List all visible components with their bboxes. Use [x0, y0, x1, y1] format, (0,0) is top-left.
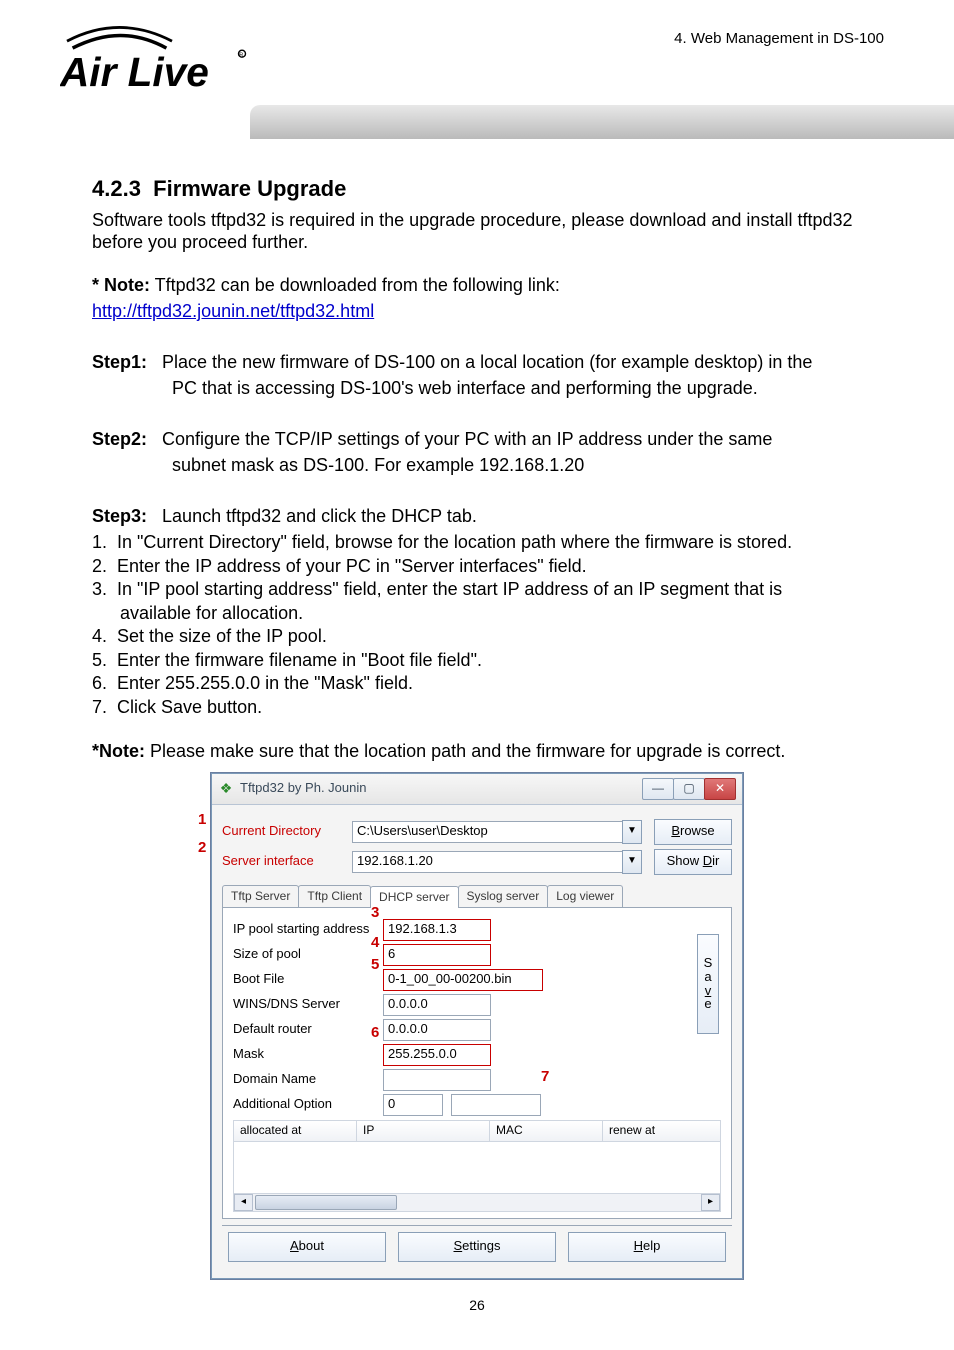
- tab-strip: Tftp Server Tftp Client DHCP server Sysl…: [222, 885, 732, 908]
- col-renew-at[interactable]: renew at: [603, 1121, 720, 1141]
- section-title: Firmware Upgrade: [153, 176, 346, 201]
- annotation-5: 5: [371, 956, 379, 975]
- server-interface-dropdown[interactable]: ▼: [622, 850, 642, 874]
- note-text: Tftpd32 can be downloaded from the follo…: [150, 275, 560, 295]
- scroll-thumb[interactable]: [255, 1195, 397, 1210]
- step3-label: Step3:: [92, 506, 147, 526]
- boot-file-input[interactable]: 0-1_00_00-00200.bin: [383, 969, 543, 991]
- tab-syslog-server[interactable]: Syslog server: [458, 885, 549, 907]
- step1-line2: PC that is accessing DS-100's web interf…: [92, 377, 862, 400]
- col-ip[interactable]: IP: [357, 1121, 490, 1141]
- annotation-1: 1: [198, 811, 206, 830]
- col-mac[interactable]: MAC: [490, 1121, 603, 1141]
- annotation-3: 3: [371, 904, 379, 923]
- section-number: 4.2.3: [92, 176, 141, 201]
- current-directory-input[interactable]: C:\Users\user\Desktop: [352, 821, 623, 843]
- size-of-pool-label: Size of pool: [233, 946, 383, 962]
- server-interface-input[interactable]: 192.168.1.20: [352, 851, 623, 873]
- step2-label: Step2:: [92, 429, 147, 449]
- note2-text: Please make sure that the location path …: [145, 741, 785, 761]
- help-button[interactable]: Help: [568, 1232, 726, 1262]
- header-banner: [250, 105, 954, 139]
- section-heading: 4.2.3 Firmware Upgrade: [92, 175, 862, 203]
- col-allocated-at[interactable]: allocated at: [234, 1121, 357, 1141]
- minimize-button[interactable]: —: [642, 778, 674, 800]
- wins-dns-input[interactable]: 0.0.0.0: [383, 994, 491, 1016]
- additional-option-label: Additional Option: [233, 1096, 383, 1112]
- bullet-7: Click Save button.: [117, 697, 262, 717]
- scroll-left-button[interactable]: ◂: [234, 1194, 253, 1211]
- horizontal-scrollbar[interactable]: ◂ ▸: [234, 1193, 720, 1211]
- window-title: Tftpd32 by Ph. Jounin: [240, 780, 366, 796]
- app-icon: ❖: [218, 781, 234, 797]
- bullet-5: Enter the firmware filename in "Boot fil…: [117, 650, 482, 670]
- annotation-7: 7: [541, 1068, 549, 1087]
- bullet-2: Enter the IP address of your PC in "Serv…: [117, 556, 587, 576]
- step2-line1: Configure the TCP/IP settings of your PC…: [162, 429, 772, 449]
- tab-dhcp-server[interactable]: DHCP server: [370, 886, 458, 908]
- tab-tftp-server[interactable]: Tftp Server: [222, 885, 299, 907]
- bullet-6: Enter 255.255.0.0 in the "Mask" field.: [117, 673, 413, 693]
- tftpd32-window: ❖ Tftpd32 by Ph. Jounin — ▢ ✕ 1 2 Curren…: [211, 773, 743, 1279]
- svg-text:R: R: [239, 53, 243, 59]
- titlebar[interactable]: ❖ Tftpd32 by Ph. Jounin — ▢ ✕: [212, 774, 742, 805]
- domain-name-input[interactable]: [383, 1069, 491, 1091]
- step1-line1: Place the new firmware of DS-100 on a lo…: [162, 352, 812, 372]
- annotation-2: 2: [198, 839, 206, 858]
- ip-pool-input[interactable]: 192.168.1.3: [383, 919, 491, 941]
- svg-text:Air Live: Air Live: [60, 49, 209, 95]
- tab-tftp-client[interactable]: Tftp Client: [298, 885, 371, 907]
- download-link[interactable]: http://tftpd32.jounin.net/tftpd32.html: [92, 301, 374, 321]
- bullet-3a: In "IP pool starting address" field, ent…: [117, 579, 782, 599]
- bullet-3b: available for allocation.: [120, 603, 303, 623]
- close-button[interactable]: ✕: [704, 778, 736, 800]
- mask-input[interactable]: 255.255.0.0: [383, 1044, 491, 1066]
- bullet-1: In "Current Directory" field, browse for…: [117, 532, 792, 552]
- about-button[interactable]: About: [228, 1232, 386, 1262]
- ip-pool-label: IP pool starting address: [233, 921, 383, 937]
- intro-paragraph: Software tools tftpd32 is required in th…: [92, 209, 862, 254]
- chapter-reference: 4. Web Management in DS-100: [280, 20, 894, 47]
- maximize-button[interactable]: ▢: [673, 778, 705, 800]
- note-label: * Note:: [92, 275, 150, 295]
- domain-name-label: Domain Name: [233, 1071, 383, 1087]
- additional-option-value-input[interactable]: [451, 1094, 541, 1116]
- page-number: 26: [92, 1297, 862, 1315]
- mask-label: Mask: [233, 1046, 383, 1062]
- scroll-right-button[interactable]: ▸: [701, 1194, 720, 1211]
- wins-dns-label: WINS/DNS Server: [233, 996, 383, 1012]
- dhcp-tab-body: 3 4 5 6 7 IP pool starting address 192.1…: [222, 908, 732, 1219]
- browse-button[interactable]: Browse: [654, 819, 732, 845]
- lease-list[interactable]: allocated at IP MAC renew at ◂ ▸: [233, 1120, 721, 1212]
- annotation-4: 4: [371, 934, 379, 953]
- current-directory-label: Current Directory: [222, 823, 352, 839]
- server-interface-label: Server interface: [222, 853, 352, 869]
- additional-option-code-input[interactable]: 0: [383, 1094, 443, 1116]
- tab-log-viewer[interactable]: Log viewer: [547, 885, 623, 907]
- current-directory-dropdown[interactable]: ▼: [622, 820, 642, 844]
- default-router-label: Default router: [233, 1021, 383, 1037]
- default-router-input[interactable]: 0.0.0.0: [383, 1019, 491, 1041]
- show-dir-button[interactable]: Show Dir: [654, 849, 732, 875]
- bullet-4: Set the size of the IP pool.: [117, 626, 327, 646]
- step2-line2: subnet mask as DS-100. For example 192.1…: [92, 454, 862, 477]
- save-button[interactable]: Save: [697, 934, 719, 1034]
- step1-label: Step1:: [92, 352, 147, 372]
- size-of-pool-input[interactable]: 6: [383, 944, 491, 966]
- boot-file-label: Boot File: [233, 971, 383, 987]
- annotation-6: 6: [371, 1024, 379, 1043]
- brand-logo: Air Live R: [60, 20, 280, 105]
- note2-label: *Note:: [92, 741, 145, 761]
- settings-button[interactable]: Settings: [398, 1232, 556, 1262]
- step3-line1: Launch tftpd32 and click the DHCP tab.: [162, 506, 477, 526]
